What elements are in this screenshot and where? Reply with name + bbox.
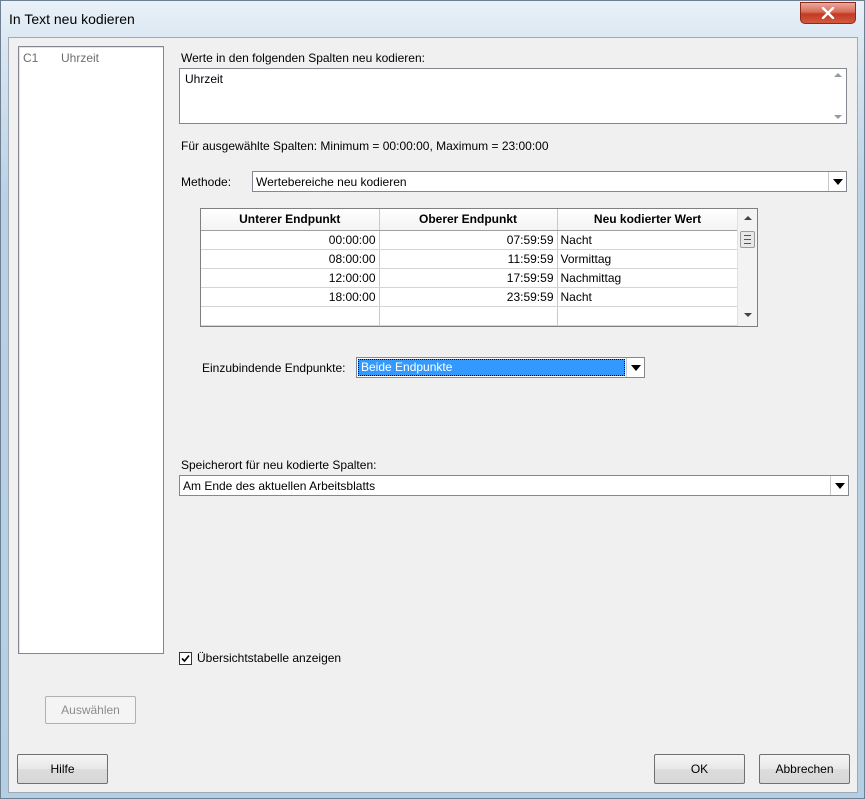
table-cell[interactable]: Nacht <box>557 230 739 250</box>
method-value: Wertebereiche neu kodieren <box>256 174 407 189</box>
scrollbar-thumb[interactable] <box>740 231 755 248</box>
table-row: 12:00:00 17:59:59 Nachmittag <box>201 268 739 288</box>
recode-table: Unterer Endpunkt Oberer Endpunkt Neu kod… <box>200 208 758 327</box>
chevron-down-icon <box>630 364 641 371</box>
table-cell[interactable]: 17:59:59 <box>379 268 558 288</box>
table-cell[interactable]: 23:59:59 <box>379 287 558 307</box>
close-icon <box>821 7 835 19</box>
storage-label: Speicherort für neu kodierte Spalten: <box>181 458 377 472</box>
scroll-down-icon[interactable] <box>744 313 752 317</box>
recode-columns-scrollbar[interactable] <box>829 69 846 123</box>
header-recoded-value: Neu kodierter Wert <box>557 209 739 231</box>
selected-columns-info: Für ausgewählte Spalten: Minimum = 00:00… <box>181 139 549 153</box>
header-lower-endpoint: Unterer Endpunkt <box>201 209 380 231</box>
storage-select[interactable]: Am Ende des aktuellen Arbeitsblatts <box>179 475 849 496</box>
chevron-down-icon <box>834 482 845 489</box>
table-cell[interactable] <box>379 306 558 326</box>
select-button[interactable]: Auswählen <box>45 696 136 724</box>
ok-button[interactable]: OK <box>654 754 745 784</box>
scroll-down-icon[interactable] <box>833 115 842 119</box>
recode-table-grid: Unterer Endpunkt Oberer Endpunkt Neu kod… <box>201 209 739 326</box>
scroll-up-icon[interactable] <box>833 73 842 77</box>
table-row <box>201 306 739 326</box>
column-name: Uhrzeit <box>61 51 100 65</box>
list-item[interactable]: C1 Uhrzeit <box>23 51 99 65</box>
endpoints-label: Einzubindende Endpunkte: <box>202 361 346 375</box>
summary-table-option[interactable]: Übersichtstabelle anzeigen <box>179 651 341 665</box>
checkmark-icon <box>181 654 190 662</box>
table-row: 00:00:00 07:59:59 Nacht <box>201 230 739 250</box>
table-cell[interactable]: Vormittag <box>557 249 739 269</box>
table-cell[interactable] <box>201 306 380 326</box>
endpoints-dropdown-button[interactable] <box>626 358 644 377</box>
table-cell[interactable]: 08:00:00 <box>201 249 380 269</box>
column-listbox[interactable]: C1 Uhrzeit <box>18 46 164 654</box>
summary-table-checkbox[interactable] <box>179 651 192 665</box>
dialog-window: In Text neu kodieren C1 Uhrzeit Werte in… <box>0 0 865 799</box>
close-button[interactable] <box>800 2 856 24</box>
header-upper-endpoint: Oberer Endpunkt <box>379 209 558 231</box>
table-cell[interactable]: Nachmittag <box>557 268 739 288</box>
help-button[interactable]: Hilfe <box>17 754 108 784</box>
method-label: Methode: <box>181 175 232 189</box>
dialog-title: In Text neu kodieren <box>9 11 135 27</box>
table-cell[interactable]: 00:00:00 <box>201 230 380 250</box>
dialog-client: C1 Uhrzeit Werte in den folgenden Spalte… <box>8 37 858 793</box>
table-cell[interactable]: Nacht <box>557 287 739 307</box>
storage-value: Am Ende des aktuellen Arbeitsblatts <box>183 478 376 493</box>
table-cell[interactable]: 07:59:59 <box>379 230 558 250</box>
method-select[interactable]: Wertebereiche neu kodieren <box>252 171 847 192</box>
endpoints-value: Beide Endpunkte <box>358 359 625 376</box>
table-row: 08:00:00 11:59:59 Vormittag <box>201 249 739 269</box>
storage-dropdown-button[interactable] <box>830 476 848 495</box>
recode-columns-value: Uhrzeit <box>185 72 224 86</box>
method-dropdown-button[interactable] <box>828 172 846 191</box>
scroll-up-icon[interactable] <box>744 216 752 220</box>
table-cell[interactable]: 11:59:59 <box>379 249 558 269</box>
table-cell[interactable]: 12:00:00 <box>201 268 380 288</box>
title-bar[interactable]: In Text neu kodieren <box>1 1 864 37</box>
column-id: C1 <box>23 51 39 65</box>
cancel-button[interactable]: Abbrechen <box>759 754 850 784</box>
chevron-down-icon <box>832 178 843 185</box>
table-cell[interactable]: 18:00:00 <box>201 287 380 307</box>
table-header-row: Unterer Endpunkt Oberer Endpunkt Neu kod… <box>201 209 739 231</box>
summary-table-label: Übersichtstabelle anzeigen <box>197 651 342 665</box>
recode-columns-field[interactable]: Uhrzeit <box>179 68 847 124</box>
recode-table-scrollbar[interactable] <box>737 209 757 326</box>
table-cell[interactable] <box>557 306 739 326</box>
endpoints-select[interactable]: Beide Endpunkte <box>356 357 645 378</box>
recode-columns-label: Werte in den folgenden Spalten neu kodie… <box>181 51 425 65</box>
table-row: 18:00:00 23:59:59 Nacht <box>201 287 739 307</box>
